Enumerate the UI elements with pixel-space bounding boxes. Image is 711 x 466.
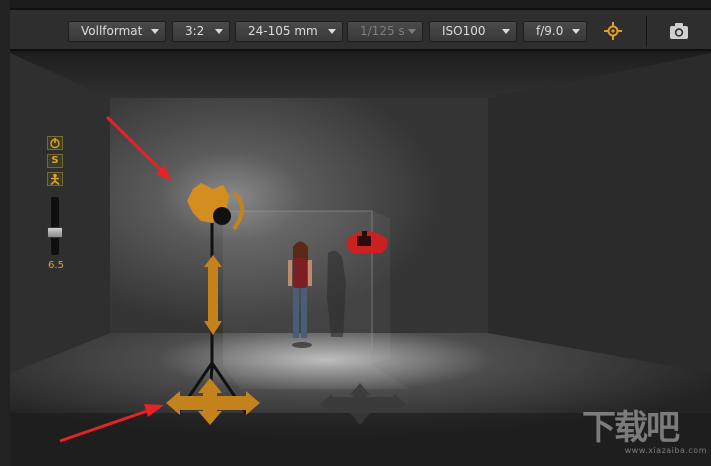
- studio-3d-viewport[interactable]: [10, 53, 711, 466]
- shutter-dropdown[interactable]: 1/125 s: [347, 21, 423, 42]
- person-button[interactable]: [47, 172, 63, 186]
- chevron-down-icon: [215, 29, 223, 34]
- aperture-dropdown[interactable]: f/9.0: [523, 21, 587, 42]
- s-mode-button[interactable]: S: [47, 154, 63, 168]
- crosshair-focus-icon[interactable]: [602, 20, 624, 42]
- iso-dropdown[interactable]: ISO100: [429, 21, 517, 42]
- power-icon: [50, 138, 60, 149]
- intensity-slider-track[interactable]: [51, 197, 59, 255]
- format-dropdown-label: Vollformat: [81, 24, 143, 38]
- person-icon: [50, 173, 60, 186]
- chevron-down-icon: [408, 29, 416, 34]
- toolbar-divider: [646, 16, 647, 47]
- chevron-down-icon: [151, 29, 159, 34]
- studio-right-wall: [488, 53, 711, 373]
- watermark-logo: 下载吧: [582, 408, 680, 448]
- aspect-dropdown-label: 3:2: [185, 24, 205, 38]
- left-edge-strip: [0, 0, 10, 466]
- watermark: 下载吧 www.xiazaiba.com: [582, 408, 707, 464]
- chevron-down-icon: [572, 29, 580, 34]
- edge-tick: [2, 404, 7, 454]
- camera-icon[interactable]: [668, 20, 690, 42]
- chevron-down-icon: [328, 29, 336, 34]
- shutter-dropdown-label: 1/125 s: [360, 24, 405, 38]
- camera-toolbar: Vollformat 3:2 24-105 mm 1/125 s ISO100 …: [10, 8, 711, 51]
- format-dropdown[interactable]: Vollformat: [68, 21, 166, 42]
- intensity-slider-thumb[interactable]: [47, 227, 63, 238]
- lens-dropdown[interactable]: 24-105 mm: [235, 21, 343, 42]
- iso-dropdown-label: ISO100: [442, 24, 486, 38]
- s-mode-label: S: [51, 155, 59, 166]
- studio-left-wall: [10, 53, 110, 373]
- aperture-dropdown-label: f/9.0: [536, 24, 564, 38]
- power-button[interactable]: [47, 136, 63, 150]
- lens-dropdown-label: 24-105 mm: [248, 24, 318, 38]
- chevron-down-icon: [502, 29, 510, 34]
- aspect-dropdown[interactable]: 3:2: [172, 21, 230, 42]
- intensity-value: 6.5: [48, 260, 64, 271]
